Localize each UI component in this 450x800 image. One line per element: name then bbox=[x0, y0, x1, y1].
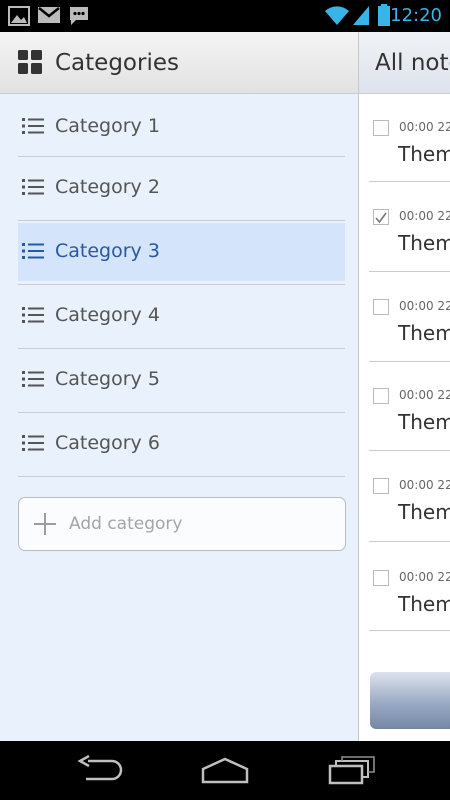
categories-panel: Categories Category 1 Category 2 Categor… bbox=[0, 32, 358, 741]
back-icon[interactable] bbox=[76, 755, 124, 785]
note-time: 00:00 22 bbox=[399, 120, 450, 134]
list-icon bbox=[22, 243, 44, 259]
divider bbox=[18, 476, 345, 477]
divider bbox=[369, 450, 450, 451]
category-label: Category 2 bbox=[55, 176, 160, 198]
notes-title: All note bbox=[375, 50, 450, 76]
note-checkbox[interactable] bbox=[373, 299, 389, 315]
recent-apps-icon[interactable] bbox=[328, 755, 376, 785]
picture-icon bbox=[8, 6, 30, 26]
divider bbox=[369, 271, 450, 272]
page-title: Categories bbox=[55, 50, 179, 76]
categories-header: Categories bbox=[0, 32, 358, 94]
divider bbox=[369, 630, 450, 631]
category-item-1[interactable]: Category 1 bbox=[18, 95, 345, 157]
home-icon[interactable] bbox=[200, 755, 250, 785]
category-label: Category 1 bbox=[55, 115, 160, 137]
list-icon bbox=[22, 179, 44, 195]
note-checkbox[interactable] bbox=[373, 478, 389, 494]
category-item-3[interactable]: Category 3 bbox=[18, 223, 345, 281]
plus-icon bbox=[34, 513, 56, 535]
category-item-5[interactable]: Category 5 bbox=[18, 348, 345, 410]
wifi-icon bbox=[325, 6, 349, 25]
list-icon bbox=[22, 371, 44, 387]
clock: 12:20 bbox=[390, 5, 442, 26]
note-checkbox[interactable] bbox=[373, 120, 389, 136]
divider bbox=[369, 181, 450, 182]
category-item-4[interactable]: Category 4 bbox=[18, 284, 345, 346]
divider bbox=[369, 361, 450, 362]
add-category-placeholder: Add category bbox=[69, 514, 183, 534]
note-checkbox[interactable] bbox=[373, 570, 389, 586]
note-time: 00:00 22 bbox=[399, 478, 450, 492]
list-icon bbox=[22, 435, 44, 451]
note-item[interactable]: 00:00 22 Them bbox=[359, 372, 450, 462]
battery-icon bbox=[378, 4, 390, 26]
chat-icon bbox=[70, 7, 88, 25]
category-item-6[interactable]: Category 6 bbox=[18, 412, 345, 474]
note-time: 00:00 22 bbox=[399, 388, 450, 402]
category-label: Category 3 bbox=[55, 240, 160, 262]
category-label: Category 4 bbox=[55, 304, 160, 326]
note-time: 00:00 22 bbox=[399, 209, 450, 223]
note-checkbox[interactable] bbox=[373, 388, 389, 404]
note-title: Them bbox=[398, 592, 450, 616]
note-time: 00:00 22 bbox=[399, 299, 450, 313]
note-title: Them bbox=[398, 500, 450, 524]
list-icon bbox=[22, 307, 44, 323]
add-category-input[interactable]: Add category bbox=[18, 497, 346, 551]
divider bbox=[18, 220, 345, 221]
note-item[interactable]: 00:00 22 Them bbox=[359, 462, 450, 552]
check-icon bbox=[375, 212, 387, 224]
navigation-bar bbox=[0, 741, 450, 800]
note-item[interactable]: 00:00 22 Them bbox=[359, 193, 450, 283]
note-checkbox[interactable] bbox=[373, 209, 389, 225]
notes-panel: All note 00:00 22 Them 00:00 22 Them 00:… bbox=[358, 32, 450, 741]
grid-icon[interactable] bbox=[18, 50, 42, 74]
list-icon bbox=[22, 118, 44, 134]
note-title: Them bbox=[398, 321, 450, 345]
note-title: Them bbox=[398, 231, 450, 255]
status-bar: 12:20 bbox=[0, 0, 450, 32]
category-label: Category 6 bbox=[55, 432, 160, 454]
note-title: Them bbox=[398, 142, 450, 166]
notes-header: All note bbox=[359, 32, 450, 94]
notes-action-button[interactable] bbox=[370, 672, 450, 729]
signal-icon bbox=[353, 6, 369, 25]
gmail-icon bbox=[38, 7, 60, 23]
category-item-2[interactable]: Category 2 bbox=[18, 156, 345, 218]
category-label: Category 5 bbox=[55, 368, 160, 390]
note-time: 00:00 22 bbox=[399, 570, 450, 584]
divider bbox=[369, 541, 450, 542]
note-item[interactable]: 00:00 22 Them bbox=[359, 283, 450, 373]
note-title: Them bbox=[398, 410, 450, 434]
